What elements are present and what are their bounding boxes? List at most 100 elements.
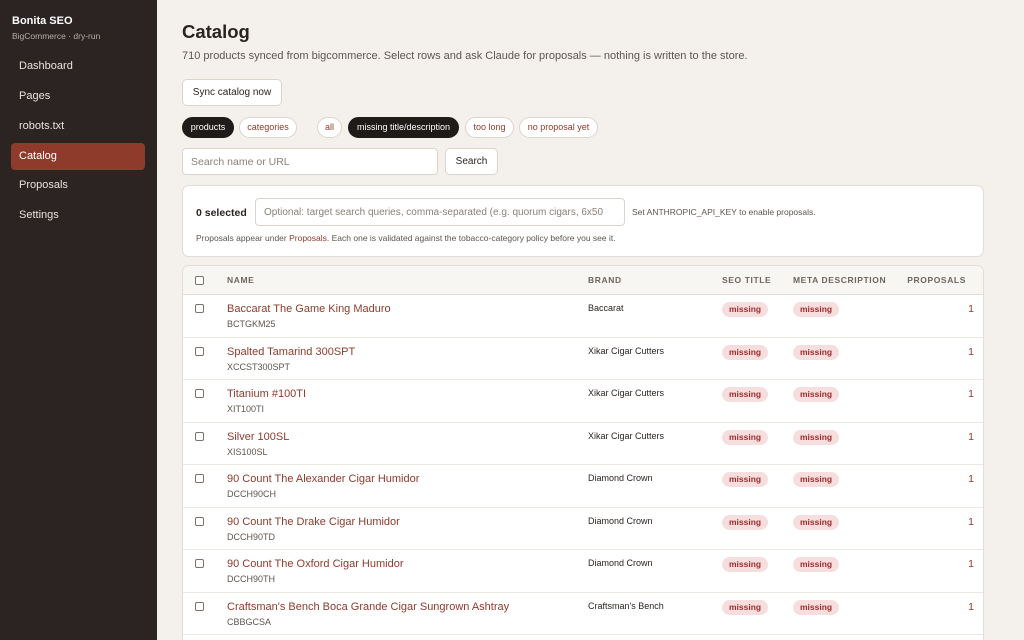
sync-catalog-button[interactable]: Sync catalog now — [182, 79, 282, 106]
target-queries-input[interactable] — [255, 198, 625, 226]
proposal-count[interactable]: 1 — [968, 516, 974, 528]
sidebar-item-settings[interactable]: Settings — [11, 202, 145, 229]
search-input[interactable] — [182, 148, 438, 175]
sidebar-item-robots[interactable]: robots.txt — [11, 113, 145, 140]
product-brand: Craftsman's Bench — [588, 600, 664, 611]
proposal-count[interactable]: 1 — [968, 558, 974, 570]
product-name-link[interactable]: Baccarat The Game King Maduro — [227, 303, 391, 315]
col-header-seo-title[interactable]: SEO TITLE — [722, 275, 771, 285]
meta-description-status-badge: missing — [793, 344, 840, 360]
meta-description-status-badge: missing — [793, 472, 840, 487]
row-checkbox[interactable] — [195, 474, 204, 483]
col-header-name[interactable]: NAME — [227, 275, 254, 285]
sidebar-item-proposals[interactable]: Proposals — [11, 172, 145, 199]
seo-title-status-badge: missing — [722, 429, 769, 445]
proposal-count[interactable]: 1 — [968, 601, 974, 613]
table-row: Craftsman's Bench Boca Grande Cigar Sung… — [183, 593, 983, 635]
sidebar-item-pages[interactable]: Pages — [11, 83, 145, 110]
col-header-brand[interactable]: BRAND — [588, 275, 622, 285]
proposal-count[interactable]: 1 — [968, 303, 974, 315]
product-name-link[interactable]: Craftsman's Bench Boca Grande Cigar Sung… — [227, 601, 509, 613]
proposal-panel: 0 selected Set ANTHROPIC_API_KEY to enab… — [182, 185, 984, 257]
proposal-count[interactable]: 1 — [968, 473, 974, 485]
table-header: NAME BRAND SEO TITLE META DESCRIPTION PR… — [183, 266, 983, 295]
proposal-count[interactable]: 1 — [968, 388, 974, 400]
search-button[interactable]: Search — [445, 148, 498, 175]
table-row: 90 Count The Alexander Cigar Humidor DCC… — [183, 465, 983, 508]
product-sku: DCCH90TH — [227, 574, 276, 584]
product-brand: Xikar Cigar Cutters — [588, 430, 665, 441]
seo-title-status-badge: missing — [722, 302, 769, 317]
app-subtitle: BigCommerce · dry-run — [12, 31, 101, 41]
meta-description-status-badge: missing — [793, 514, 840, 530]
api-key-note: Set ANTHROPIC_API_KEY to enable proposal… — [632, 207, 816, 217]
product-brand: Xikar Cigar Cutters — [588, 345, 665, 356]
row-checkbox[interactable] — [195, 389, 204, 398]
sidebar-item-dashboard[interactable]: Dashboard — [11, 53, 145, 80]
product-sku: BCTGKM25 — [227, 319, 276, 329]
meta-description-status-badge: missing — [793, 557, 840, 572]
selected-count: 0 selected — [196, 207, 247, 219]
table-row: Baccarat The Game King Maduro BCTGKM25 B… — [183, 295, 983, 338]
product-name-link[interactable]: Spalted Tamarind 300SPT — [227, 346, 355, 358]
seo-title-status-badge: missing — [722, 344, 769, 360]
seo-title-status-badge: missing — [722, 557, 769, 572]
filter-chip-too-long[interactable]: too long — [465, 117, 514, 138]
app-brand: Bonita SEO — [12, 15, 73, 27]
note-prefix: Proposals appear under — [196, 233, 290, 243]
row-checkbox[interactable] — [195, 516, 204, 526]
product-brand: Diamond Crown — [588, 558, 653, 568]
filter-chip-missing[interactable]: missing title/description — [348, 117, 459, 138]
table-row: Silver 100SL XIS100SL Xikar Cigar Cutter… — [183, 423, 983, 465]
product-name-link[interactable]: 90 Count The Alexander Cigar Humidor — [227, 473, 419, 485]
page-title: Catalog — [182, 21, 250, 42]
select-all-checkbox[interactable] — [195, 276, 204, 285]
table-row: 90 Count The Oxford Cigar Humidor DCCH90… — [183, 550, 983, 593]
meta-description-status-badge: missing — [793, 599, 840, 615]
sidebar-item-catalog[interactable]: Catalog — [11, 143, 145, 170]
main-content: Catalog 710 products synced from bigcomm… — [157, 0, 1024, 640]
note-suffix: . Each one is validated against the toba… — [326, 233, 616, 243]
product-name-link[interactable]: Silver 100SL — [227, 431, 289, 443]
products-table: NAME BRAND SEO TITLE META DESCRIPTION PR… — [182, 265, 984, 640]
proposal-count[interactable]: 1 — [968, 346, 974, 358]
filter-chip-no-proposal[interactable]: no proposal yet — [519, 117, 598, 138]
row-checkbox[interactable] — [195, 559, 204, 568]
row-checkbox[interactable] — [195, 346, 204, 356]
product-sku: XCCST300SPT — [227, 361, 291, 372]
seo-title-status-badge: missing — [722, 387, 769, 402]
product-brand: Xikar Cigar Cutters — [588, 388, 665, 398]
table-row: Spalted Tamarind 300SPT XCCST300SPT Xika… — [183, 338, 983, 380]
meta-description-status-badge: missing — [793, 387, 840, 402]
product-brand: Diamond Crown — [588, 473, 653, 483]
product-name-link[interactable]: 90 Count The Drake Cigar Humidor — [227, 516, 400, 528]
product-brand: Baccarat — [588, 303, 624, 313]
sidebar: Bonita SEO BigCommerce · dry-run Dashboa… — [0, 0, 157, 640]
product-name-link[interactable]: Titanium #100TI — [227, 388, 306, 400]
proposal-count[interactable]: 1 — [968, 431, 974, 443]
product-sku: XIT100TI — [227, 404, 265, 414]
page-description: 710 products synced from bigcommerce. Se… — [182, 50, 748, 62]
proposals-link[interactable]: Proposals — [289, 233, 327, 243]
seo-title-status-badge: missing — [722, 514, 769, 530]
filter-chip-categories[interactable]: categories — [239, 117, 297, 138]
filter-chip-all[interactable]: all — [317, 117, 342, 138]
product-name-link[interactable]: 90 Count The Oxford Cigar Humidor — [227, 558, 404, 570]
row-checkbox[interactable] — [195, 431, 204, 441]
table-row: Titanium #100TI XIT100TI Xikar Cigar Cut… — [183, 380, 983, 423]
row-checkbox[interactable] — [195, 601, 204, 611]
product-sku: DCCH90TD — [227, 531, 276, 542]
meta-description-status-badge: missing — [793, 302, 840, 317]
product-sku: DCCH90CH — [227, 489, 277, 499]
col-header-proposals[interactable]: PROPOSALS — [907, 275, 966, 285]
product-brand: Diamond Crown — [588, 515, 653, 526]
row-checkbox[interactable] — [195, 304, 204, 313]
col-header-meta-description[interactable]: META DESCRIPTION — [793, 275, 886, 285]
product-sku: CBBGCSA — [227, 616, 272, 627]
table-row: 90 Count The Drake Cigar Humidor DCCH90T… — [183, 508, 983, 550]
panel-note: Proposals appear under Proposals. Each o… — [196, 233, 616, 243]
meta-description-status-badge: missing — [793, 429, 840, 445]
seo-title-status-badge: missing — [722, 599, 769, 615]
seo-title-status-badge: missing — [722, 472, 769, 487]
filter-chip-products[interactable]: products — [182, 117, 234, 138]
